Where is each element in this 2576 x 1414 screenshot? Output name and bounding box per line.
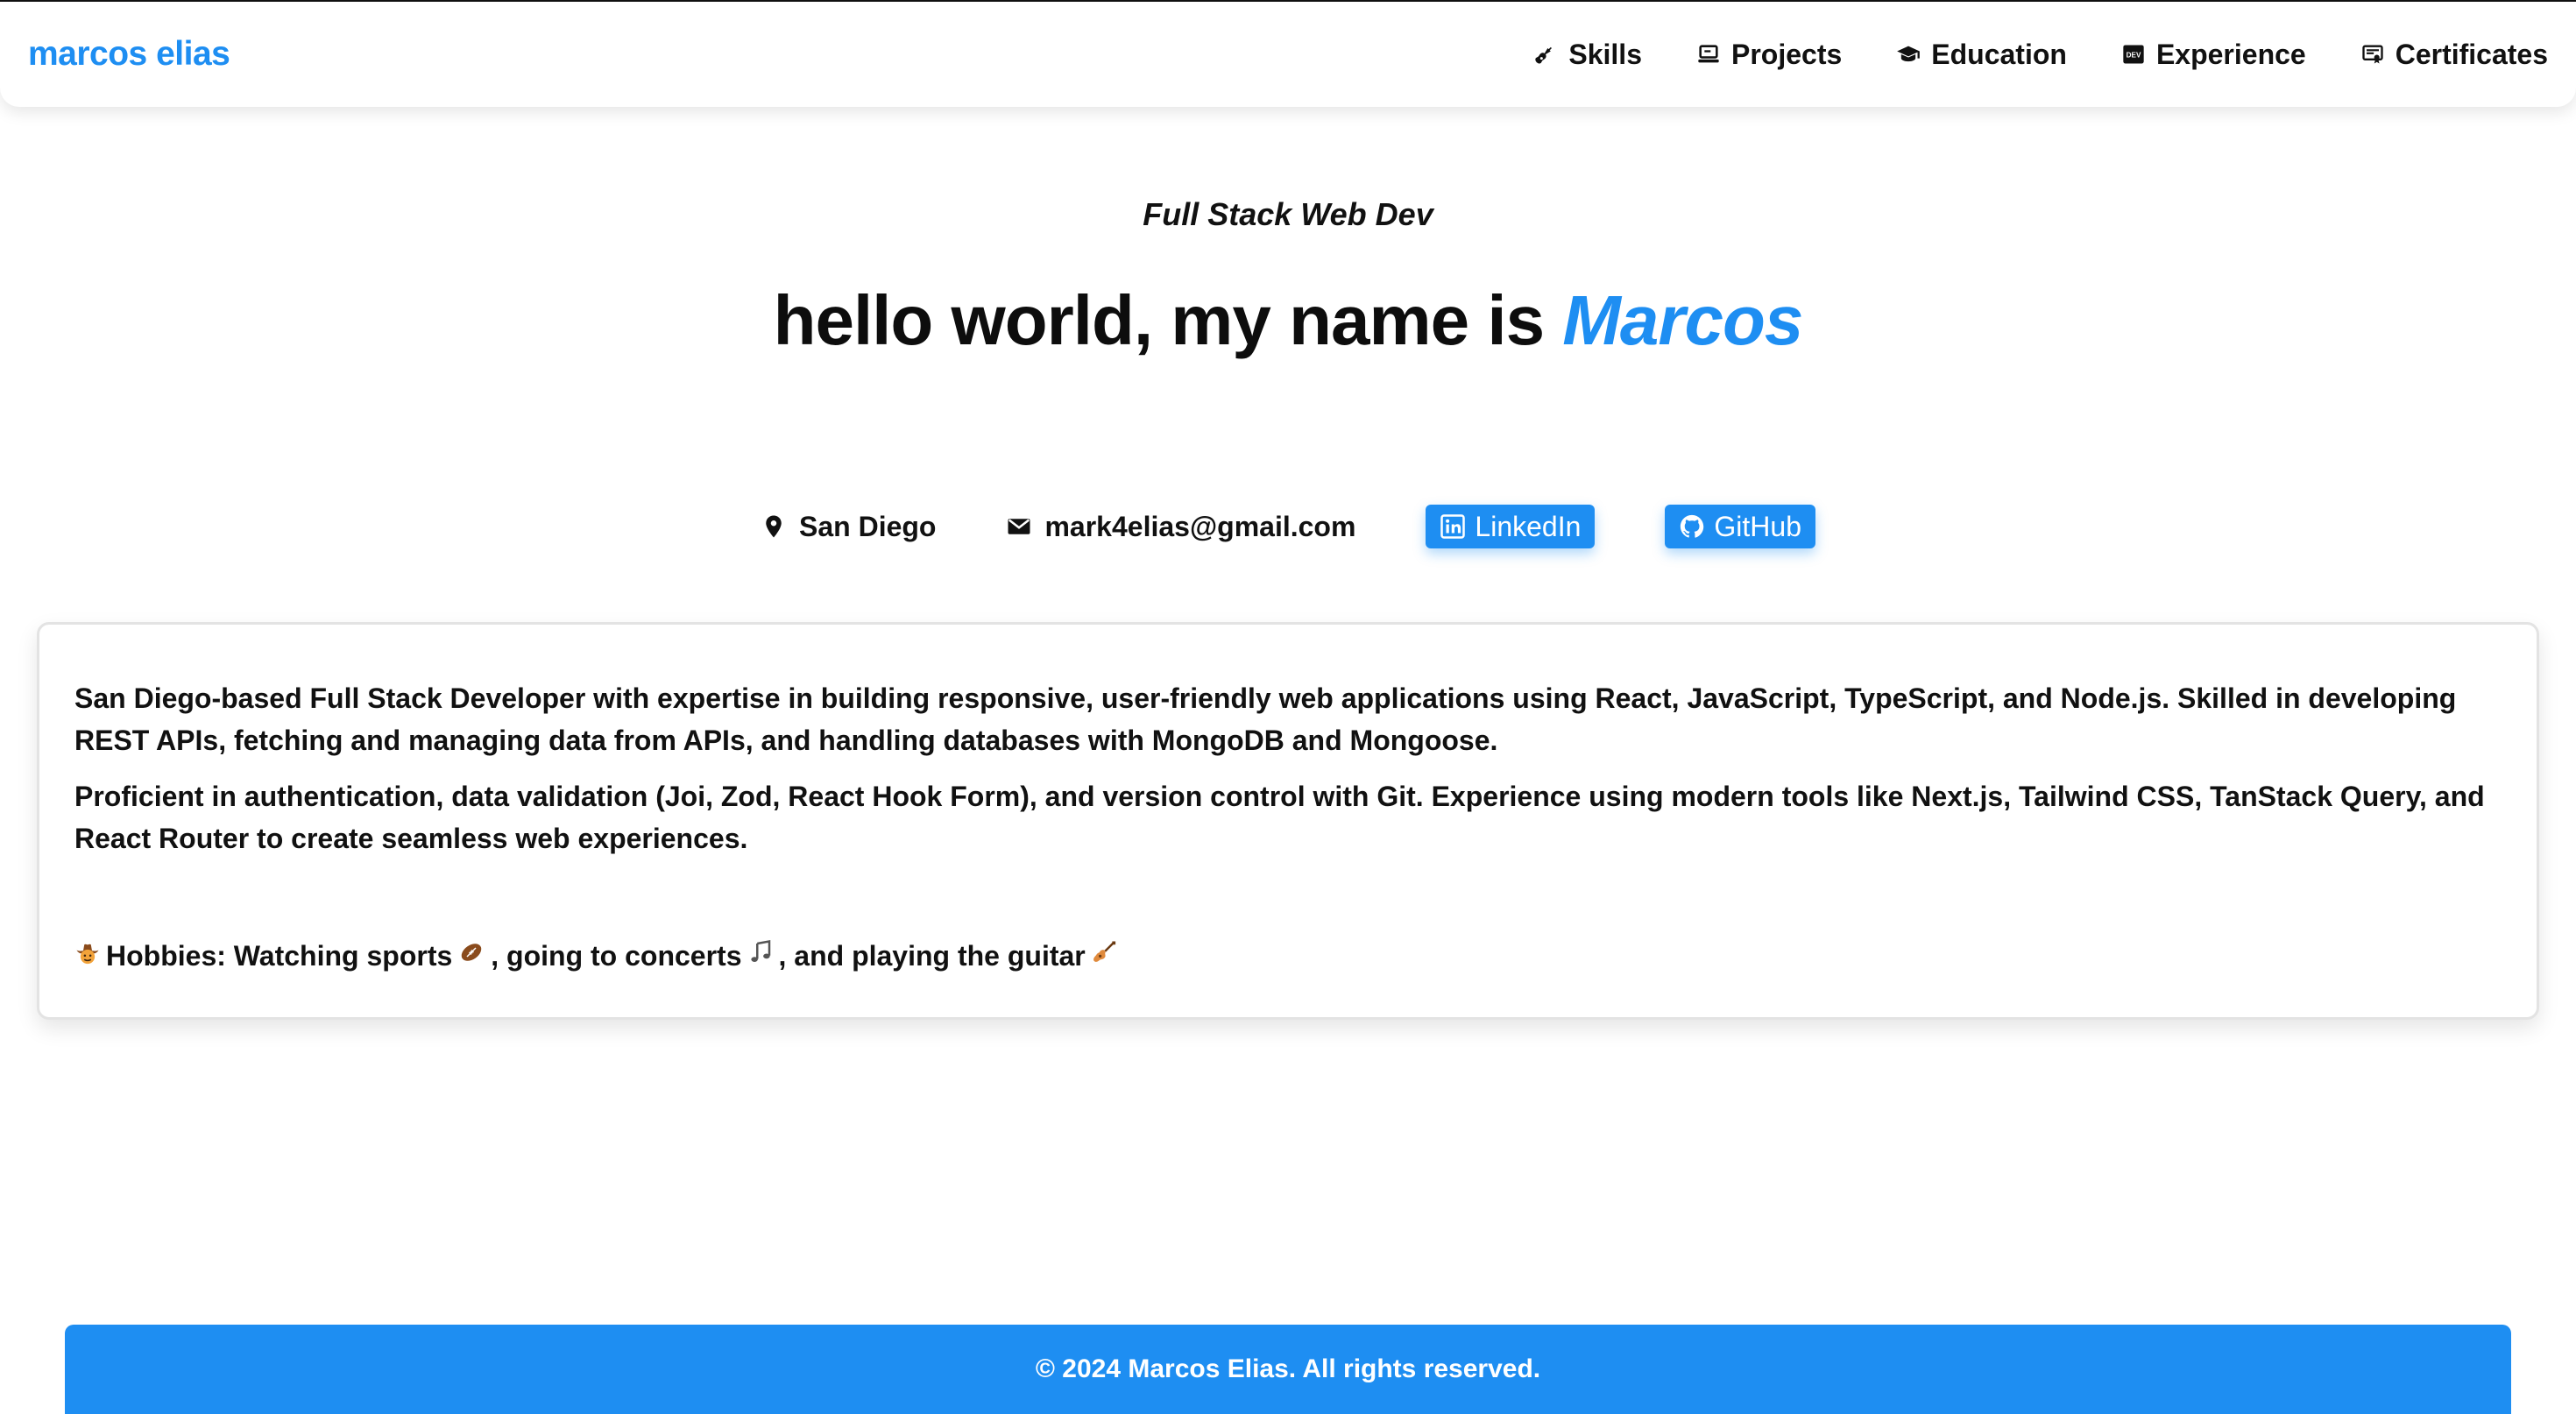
nav-item-education[interactable]: Education bbox=[1896, 39, 2067, 71]
nav-label-education: Education bbox=[1931, 38, 2067, 70]
github-button[interactable]: GitHub bbox=[1665, 505, 1815, 548]
envelope-icon bbox=[1006, 513, 1032, 540]
hero-subtitle: Full Stack Web Dev bbox=[1143, 196, 1433, 232]
football-icon bbox=[457, 935, 485, 977]
map-pin-icon bbox=[761, 513, 787, 540]
about-paragraph-2: Proficient in authentication, data valid… bbox=[74, 781, 2485, 854]
hobbies-text: Hobbies: Watching sports bbox=[106, 940, 453, 972]
guitar-emoji-icon bbox=[1091, 935, 1117, 977]
nav-item-skills[interactable]: Skills bbox=[1533, 39, 1642, 71]
location-text: San Diego bbox=[799, 510, 937, 542]
headline-name: Marcos bbox=[1562, 281, 1803, 359]
email-item[interactable]: mark4elias@gmail.com bbox=[1006, 511, 1355, 543]
laptop-icon bbox=[1696, 42, 1721, 67]
about-paragraph-1: San Diego-based Full Stack Developer wit… bbox=[74, 682, 2457, 756]
nav-label-skills: Skills bbox=[1568, 38, 1642, 70]
cowboy-face-icon bbox=[74, 935, 101, 977]
guitar-icon bbox=[1533, 42, 1558, 67]
nav-item-projects[interactable]: Projects bbox=[1696, 39, 1842, 71]
graduation-cap-icon bbox=[1896, 42, 1921, 67]
hobbies-mid-text: , going to concerts bbox=[491, 940, 742, 972]
nav-label-experience: Experience bbox=[2155, 38, 2306, 70]
github-label: GitHub bbox=[1714, 510, 1801, 542]
github-icon bbox=[1679, 513, 1705, 540]
main-nav: Skills Projects Education DEV Experience bbox=[1533, 39, 2548, 71]
certificate-icon bbox=[2360, 42, 2385, 67]
nav-label-projects: Projects bbox=[1730, 38, 1843, 70]
email-text[interactable]: mark4elias@gmail.com bbox=[1044, 511, 1355, 543]
linkedin-button[interactable]: LinkedIn bbox=[1426, 505, 1596, 548]
nav-item-certificates[interactable]: Certificates bbox=[2360, 39, 2548, 71]
nav-label-certificates: Certificates bbox=[2395, 38, 2548, 70]
hero-headline: hello world, my name is Marcos bbox=[0, 280, 2576, 361]
dev-icon: DEV bbox=[2121, 42, 2146, 67]
site-header: marcos elias Skills Projects Education D… bbox=[0, 2, 2576, 107]
hobbies-end-text: , and playing the guitar bbox=[778, 940, 1086, 972]
linkedin-label: LinkedIn bbox=[1475, 510, 1582, 542]
svg-text:DEV: DEV bbox=[2127, 52, 2141, 60]
hobbies-line: Hobbies: Watching sports , going to conc… bbox=[74, 935, 2502, 977]
location-item: San Diego bbox=[761, 511, 936, 543]
page: marcos elias Skills Projects Education D… bbox=[0, 0, 2576, 1414]
nav-item-experience[interactable]: DEV Experience bbox=[2121, 39, 2306, 71]
about-card: San Diego-based Full Stack Developer wit… bbox=[37, 622, 2539, 1020]
site-footer: © 2024 Marcos Elias. All rights reserved… bbox=[65, 1325, 2511, 1414]
music-notes-icon bbox=[747, 935, 774, 977]
headline-prefix: hello world, my name is bbox=[773, 281, 1563, 359]
contact-row: San Diego mark4elias@gmail.com LinkedIn … bbox=[0, 505, 2576, 548]
brand-logo[interactable]: marcos elias bbox=[28, 35, 230, 74]
linkedin-icon bbox=[1440, 513, 1466, 540]
footer-copyright: © 2024 Marcos Elias. All rights reserved… bbox=[1035, 1354, 1541, 1383]
